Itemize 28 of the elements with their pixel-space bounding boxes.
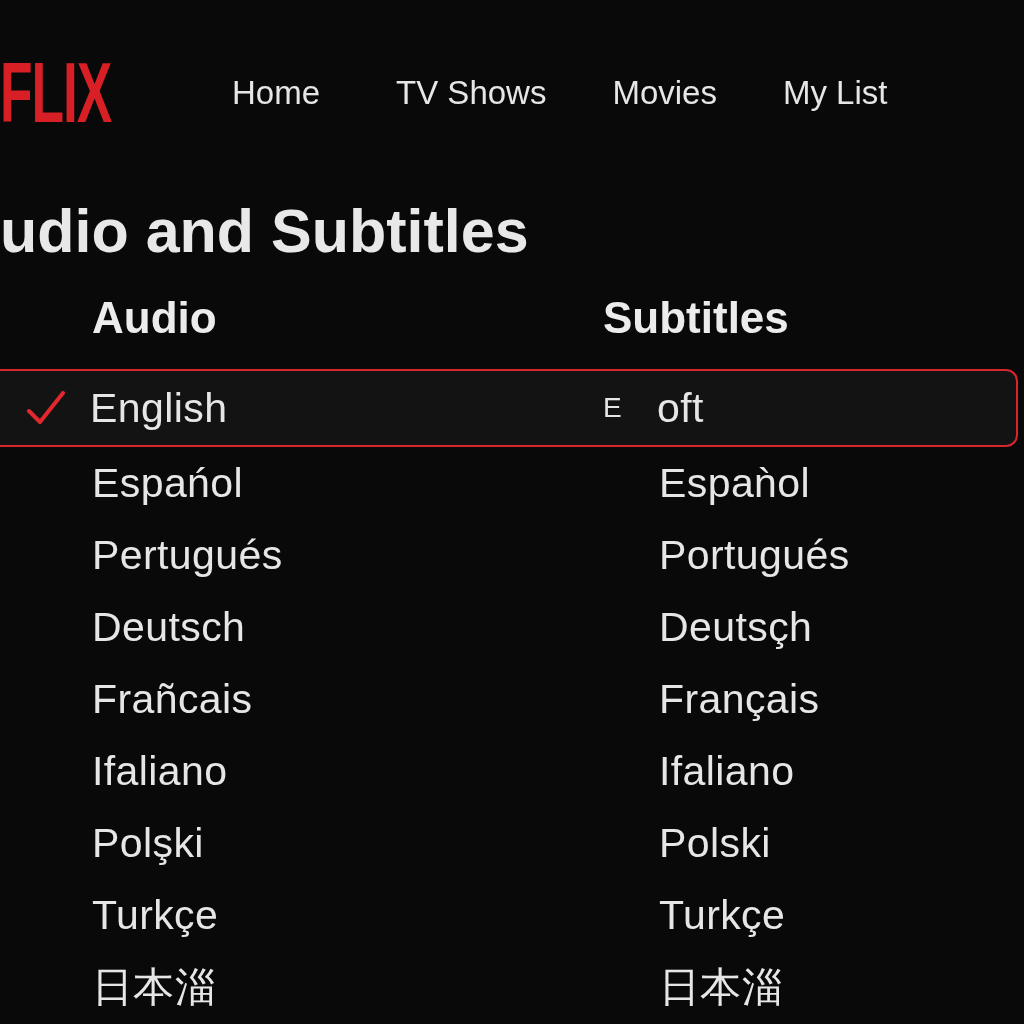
subtitle-option[interactable]: Turkçe bbox=[659, 894, 786, 936]
nav-link[interactable]: Home bbox=[232, 75, 321, 109]
audio-option[interactable]: English bbox=[90, 387, 228, 429]
nav-link[interactable]: TV Shows bbox=[396, 75, 547, 109]
page-title: udio and Subtitles bbox=[0, 198, 529, 264]
subtitle-marker: E bbox=[602, 394, 622, 422]
audio-option[interactable]: Deutsch bbox=[92, 606, 246, 648]
column-heading: Audio bbox=[92, 293, 217, 342]
subtitle-option[interactable]: Ifaliano bbox=[659, 750, 795, 792]
subtitle-option[interactable]: Portugués bbox=[659, 534, 850, 576]
subtitle-option[interactable]: Deutsçh bbox=[659, 606, 813, 648]
nav-link[interactable]: My List bbox=[782, 75, 888, 109]
audio-option[interactable]: Turkçe bbox=[92, 894, 219, 936]
audio-option[interactable]: Pertugués bbox=[92, 534, 283, 576]
nav-link[interactable]: Movies bbox=[612, 75, 717, 109]
audio-option[interactable]: 日本淄 bbox=[92, 966, 217, 1008]
audio-option[interactable]: Polşki bbox=[92, 822, 204, 864]
subtitle-option[interactable]: oft bbox=[657, 387, 704, 429]
subtitle-option[interactable]: Polski bbox=[659, 822, 771, 864]
subtitle-option[interactable]: 日本淄 bbox=[659, 966, 784, 1008]
subtitle-option[interactable]: Français bbox=[659, 678, 820, 720]
audio-option[interactable]: Ifaliano bbox=[92, 750, 228, 792]
logo[interactable]: FLIX bbox=[0, 59, 112, 125]
column-heading: Subtitles bbox=[603, 293, 789, 342]
audio-option[interactable]: Espańol bbox=[92, 462, 244, 504]
subtitle-option[interactable]: Espaǹol bbox=[659, 462, 811, 504]
audio-option[interactable]: Frañcais bbox=[92, 678, 253, 720]
highlighted-row[interactable]: English E oft bbox=[0, 369, 1018, 447]
